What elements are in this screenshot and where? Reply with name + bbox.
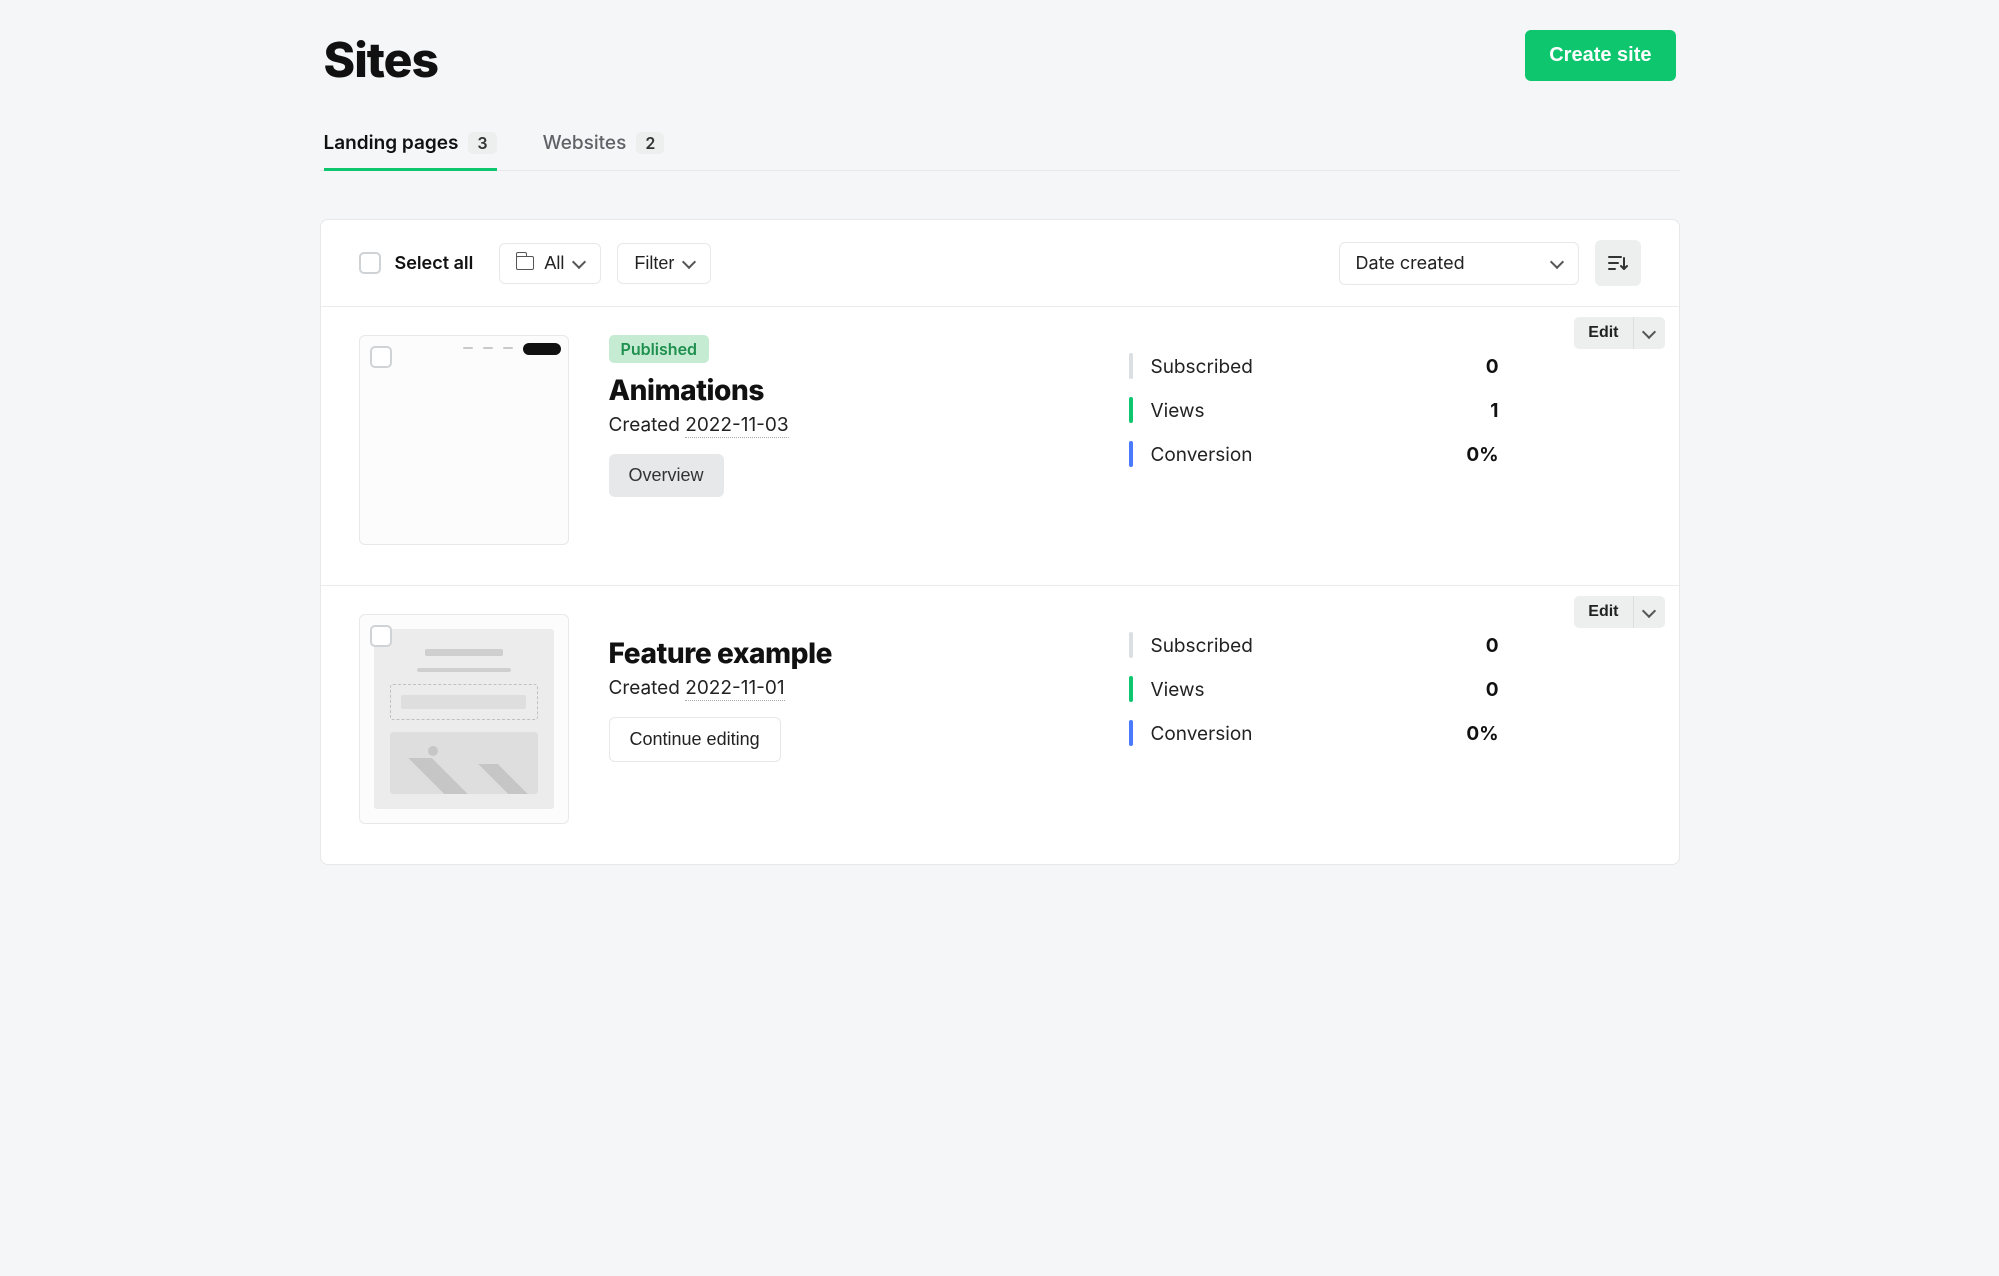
stat-label: Views: [1151, 678, 1468, 701]
tab-label: Landing pages: [324, 131, 459, 154]
tab-websites[interactable]: Websites 2: [543, 121, 665, 171]
stat-value: 0%: [1466, 722, 1498, 745]
tab-count-badge: 3: [468, 132, 496, 154]
chevron-down-icon: [682, 254, 696, 268]
edit-button[interactable]: Edit: [1574, 596, 1632, 628]
tab-count-badge: 2: [636, 132, 664, 154]
stat-bar-icon: [1129, 441, 1133, 467]
stats-panel: Subscribed 0 Views 0 Conversion 0%: [1129, 614, 1499, 824]
created-prefix: Created: [609, 676, 680, 699]
chevron-down-icon: [572, 254, 586, 268]
stat-subscribed: Subscribed 0: [1129, 353, 1499, 379]
chevron-down-icon: [1642, 324, 1656, 338]
tab-landing-pages[interactable]: Landing pages 3: [324, 121, 497, 171]
row-checkbox[interactable]: [370, 346, 392, 368]
sort-icon: [1608, 254, 1628, 272]
site-thumbnail[interactable]: [359, 335, 569, 545]
created-date: 2022-11-01: [685, 676, 784, 701]
select-all-control[interactable]: Select all: [359, 252, 474, 274]
stat-bar-icon: [1129, 397, 1133, 423]
edit-dropdown-button[interactable]: [1633, 317, 1665, 349]
tab-label: Websites: [543, 131, 627, 154]
edit-dropdown-button[interactable]: [1633, 596, 1665, 628]
status-badge: Published: [609, 335, 710, 363]
sort-direction-button[interactable]: [1595, 240, 1641, 286]
created-line: Created 2022-11-03: [609, 413, 1089, 436]
chevron-down-icon: [1549, 254, 1563, 268]
stats-panel: Subscribed 0 Views 1 Conversion 0%: [1129, 335, 1499, 545]
select-all-label: Select all: [395, 253, 474, 274]
created-line: Created 2022-11-01: [609, 676, 1089, 699]
row-checkbox[interactable]: [370, 625, 392, 647]
panel-toolbar: Select all All Filter Date created: [321, 220, 1679, 307]
folder-filter-button[interactable]: All: [499, 243, 601, 284]
continue-editing-button[interactable]: Continue editing: [609, 717, 781, 762]
page-title: Sites: [324, 30, 438, 89]
site-row: Edit Published Animations Created: [321, 307, 1679, 586]
stat-conversion: Conversion 0%: [1129, 720, 1499, 746]
site-thumbnail[interactable]: [359, 614, 569, 824]
stat-views: Views 0: [1129, 676, 1499, 702]
site-title: Feature example: [609, 636, 1089, 670]
stat-subscribed: Subscribed 0: [1129, 632, 1499, 658]
filter-button[interactable]: Filter: [617, 243, 711, 284]
stat-views: Views 1: [1129, 397, 1499, 423]
stat-bar-icon: [1129, 720, 1133, 746]
folder-icon: [516, 256, 534, 270]
sort-select[interactable]: Date created: [1339, 242, 1579, 285]
site-row: Edit Feature example: [321, 586, 1679, 864]
stat-label: Conversion: [1151, 722, 1449, 745]
stat-label: Subscribed: [1151, 355, 1468, 378]
stat-value: 0%: [1466, 443, 1498, 466]
edit-button[interactable]: Edit: [1574, 317, 1632, 349]
sites-panel: Select all All Filter Date created: [320, 219, 1680, 865]
stat-conversion: Conversion 0%: [1129, 441, 1499, 467]
stat-bar-icon: [1129, 632, 1133, 658]
chevron-down-icon: [1642, 603, 1656, 617]
stat-value: 1: [1490, 399, 1498, 422]
stat-value: 0: [1486, 634, 1499, 657]
tabs-bar: Landing pages 3 Websites 2: [320, 121, 1680, 171]
create-site-button[interactable]: Create site: [1525, 30, 1675, 81]
site-title: Animations: [609, 373, 1089, 407]
created-date: 2022-11-03: [685, 413, 788, 438]
stat-value: 0: [1486, 355, 1499, 378]
created-prefix: Created: [609, 413, 680, 436]
stat-label: Conversion: [1151, 443, 1449, 466]
stat-label: Subscribed: [1151, 634, 1468, 657]
filter-label: Filter: [634, 253, 674, 274]
stat-bar-icon: [1129, 676, 1133, 702]
overview-button[interactable]: Overview: [609, 454, 724, 497]
select-all-checkbox[interactable]: [359, 252, 381, 274]
folder-filter-label: All: [544, 253, 564, 274]
sort-label: Date created: [1356, 253, 1465, 274]
stat-bar-icon: [1129, 353, 1133, 379]
stat-value: 0: [1486, 678, 1499, 701]
stat-label: Views: [1151, 399, 1473, 422]
